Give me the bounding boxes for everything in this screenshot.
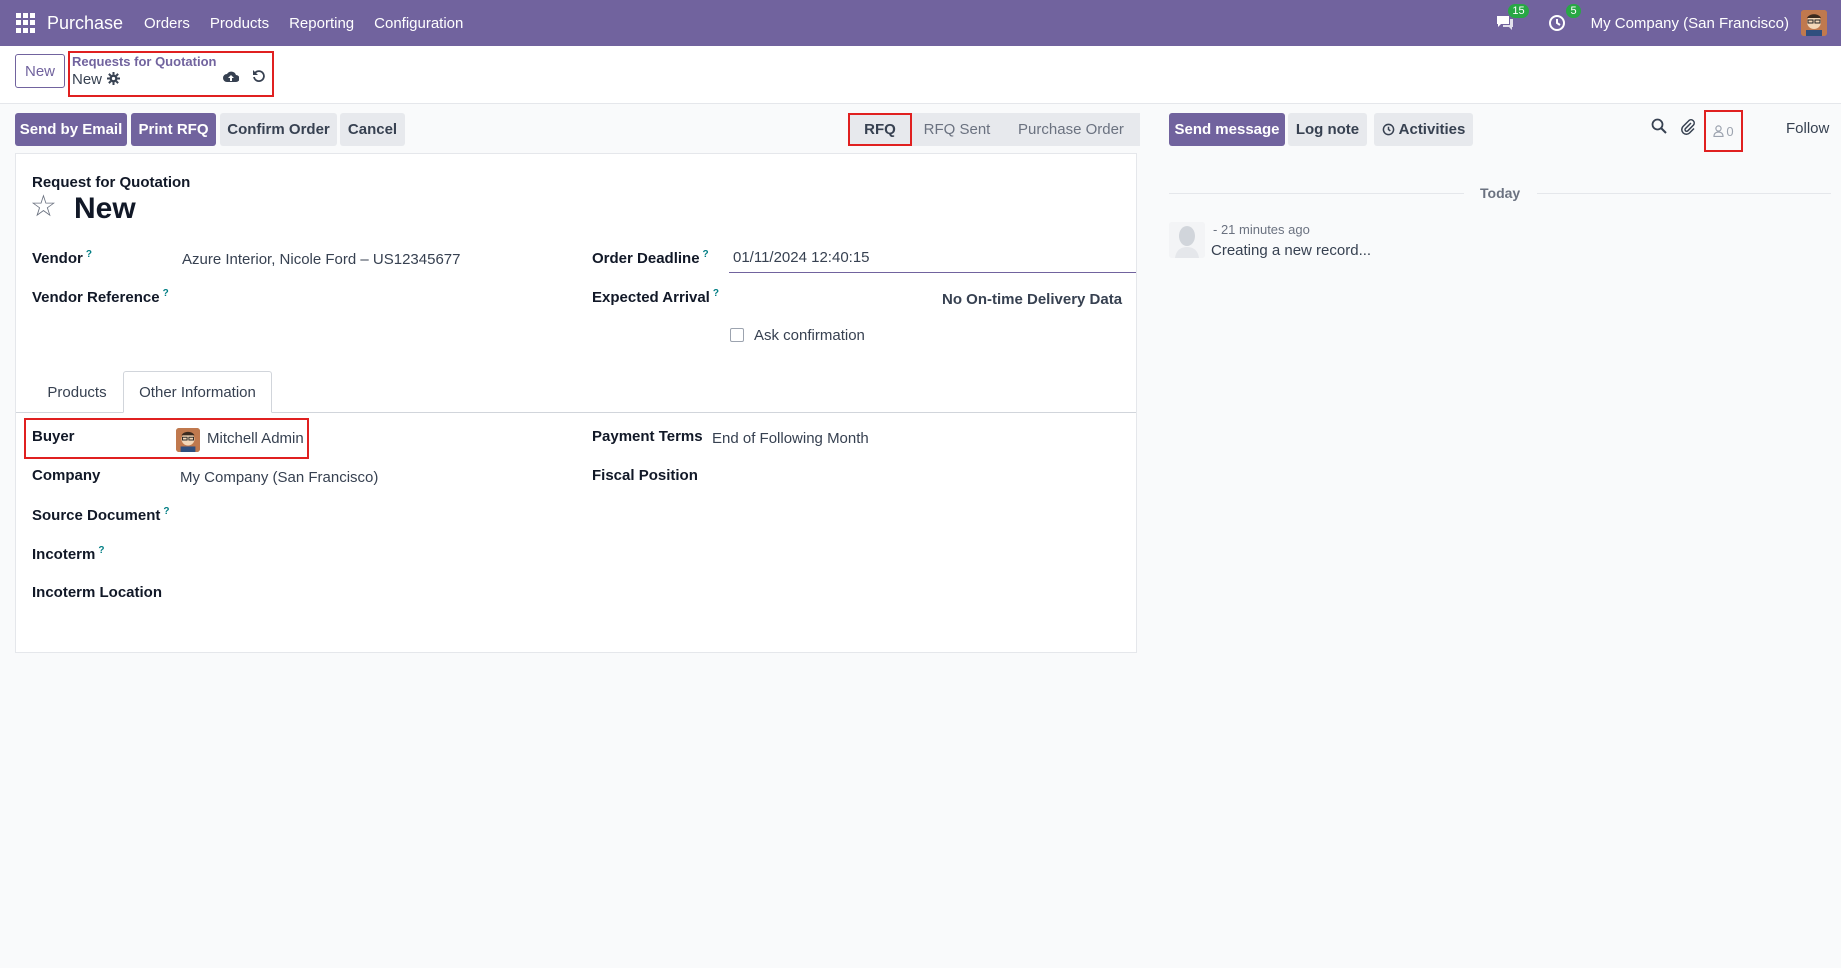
cancel-button[interactable]: Cancel bbox=[340, 113, 405, 146]
source-document-label: Source Document? bbox=[32, 506, 170, 524]
stage-purchase-order[interactable]: Purchase Order bbox=[1002, 113, 1140, 146]
order-deadline-input[interactable]: 01/11/2024 12:40:15 bbox=[729, 245, 1136, 273]
activities-button[interactable]: Activities bbox=[1374, 113, 1473, 146]
followers-count: 0 bbox=[1726, 123, 1734, 139]
payment-terms-field[interactable]: End of Following Month bbox=[712, 430, 869, 447]
star-priority-icon[interactable]: ☆ bbox=[30, 192, 57, 222]
help-tooltip-icon[interactable]: ? bbox=[163, 506, 169, 517]
payment-terms-label: Payment Terms bbox=[592, 428, 703, 445]
vendor-reference-label: Vendor Reference? bbox=[32, 288, 169, 306]
help-tooltip-icon[interactable]: ? bbox=[703, 249, 709, 260]
clock-icon bbox=[1382, 123, 1395, 136]
status-bar: RFQ RFQ Sent Purchase Order bbox=[848, 113, 1140, 146]
date-separator: Today bbox=[1480, 185, 1521, 201]
breadcrumb: Requests for Quotation New bbox=[68, 51, 274, 97]
fiscal-position-label: Fiscal Position bbox=[592, 467, 698, 484]
menu-orders[interactable]: Orders bbox=[144, 15, 190, 32]
user-icon bbox=[1713, 125, 1724, 137]
buyer-avatar bbox=[176, 428, 200, 452]
messages-icon[interactable]: 15 bbox=[1493, 4, 1529, 35]
gear-icon[interactable] bbox=[107, 72, 120, 88]
search-icon[interactable] bbox=[1651, 118, 1667, 139]
follow-button[interactable]: Follow bbox=[1786, 120, 1829, 137]
print-rfq-button[interactable]: Print RFQ bbox=[131, 113, 216, 146]
activities-button-label: Activities bbox=[1398, 121, 1466, 138]
incoterm-location-label: Incoterm Location bbox=[32, 584, 163, 601]
on-time-delivery-text: No On-time Delivery Data bbox=[942, 291, 1123, 308]
send-by-email-button[interactable]: Send by Email bbox=[15, 113, 127, 146]
ask-confirmation-label: Ask confirmation bbox=[754, 327, 865, 344]
vendor-field[interactable]: Azure Interior, Nicole Ford – US12345677 bbox=[182, 251, 461, 268]
tab-other-information[interactable]: Other Information bbox=[123, 371, 272, 413]
stage-rfq-sent[interactable]: RFQ Sent bbox=[912, 113, 1002, 146]
paperclip-icon[interactable] bbox=[1680, 118, 1696, 140]
form-sheet: Request for Quotation ☆ New Vendor? Azur… bbox=[15, 153, 1137, 653]
incoterm-label: Incoterm? bbox=[32, 545, 105, 563]
page-title: New bbox=[74, 192, 136, 225]
buyer-field[interactable]: Mitchell Admin bbox=[207, 430, 304, 447]
buyer-label: Buyer bbox=[32, 428, 75, 445]
breadcrumb-parent-link[interactable]: Requests for Quotation bbox=[72, 54, 216, 69]
help-tooltip-icon[interactable]: ? bbox=[713, 288, 719, 299]
message-timestamp: - 21 minutes ago bbox=[1213, 222, 1310, 237]
activities-count-badge: 5 bbox=[1566, 4, 1581, 18]
confirm-order-button[interactable]: Confirm Order bbox=[220, 113, 337, 146]
order-deadline-label: Order Deadline? bbox=[592, 249, 709, 267]
help-tooltip-icon[interactable]: ? bbox=[98, 545, 104, 556]
app-name[interactable]: Purchase bbox=[47, 13, 123, 34]
ask-confirmation-checkbox[interactable] bbox=[730, 328, 744, 342]
activities-clock-icon[interactable]: 5 bbox=[1545, 4, 1581, 35]
vendor-label: Vendor? bbox=[32, 249, 92, 267]
help-tooltip-icon[interactable]: ? bbox=[163, 288, 169, 299]
company-label: Company bbox=[32, 467, 101, 484]
tab-products[interactable]: Products bbox=[34, 371, 120, 413]
send-message-button[interactable]: Send message bbox=[1169, 113, 1285, 146]
discard-undo-icon[interactable] bbox=[252, 69, 266, 88]
menu-reporting[interactable]: Reporting bbox=[289, 15, 354, 32]
message-body: Creating a new record... bbox=[1211, 242, 1372, 259]
company-switcher[interactable]: My Company (San Francisco) bbox=[1591, 15, 1789, 32]
help-tooltip-icon[interactable]: ? bbox=[86, 249, 92, 260]
control-panel: New Requests for Quotation New bbox=[0, 46, 1841, 104]
company-field[interactable]: My Company (San Francisco) bbox=[180, 469, 378, 486]
menu-configuration[interactable]: Configuration bbox=[374, 15, 463, 32]
divider bbox=[1169, 193, 1464, 194]
message-author-avatar bbox=[1169, 222, 1205, 258]
form-subtitle: Request for Quotation bbox=[32, 174, 191, 191]
notebook-tabs: Products Other Information bbox=[16, 371, 1136, 413]
apps-menu-icon[interactable] bbox=[16, 13, 36, 33]
log-note-button[interactable]: Log note bbox=[1288, 113, 1367, 146]
user-avatar[interactable] bbox=[1801, 10, 1827, 36]
followers-button[interactable]: 0 bbox=[1704, 110, 1743, 152]
new-record-button[interactable]: New bbox=[15, 54, 65, 88]
menu-products[interactable]: Products bbox=[210, 15, 269, 32]
top-navbar: Purchase Orders Products Reporting Confi… bbox=[0, 0, 1841, 46]
messages-count-badge: 15 bbox=[1508, 4, 1529, 18]
cloud-upload-save-icon[interactable] bbox=[223, 70, 240, 87]
divider bbox=[1537, 193, 1831, 194]
expected-arrival-label: Expected Arrival? bbox=[592, 288, 719, 306]
stage-rfq[interactable]: RFQ bbox=[848, 113, 912, 146]
breadcrumb-current: New bbox=[72, 71, 103, 88]
